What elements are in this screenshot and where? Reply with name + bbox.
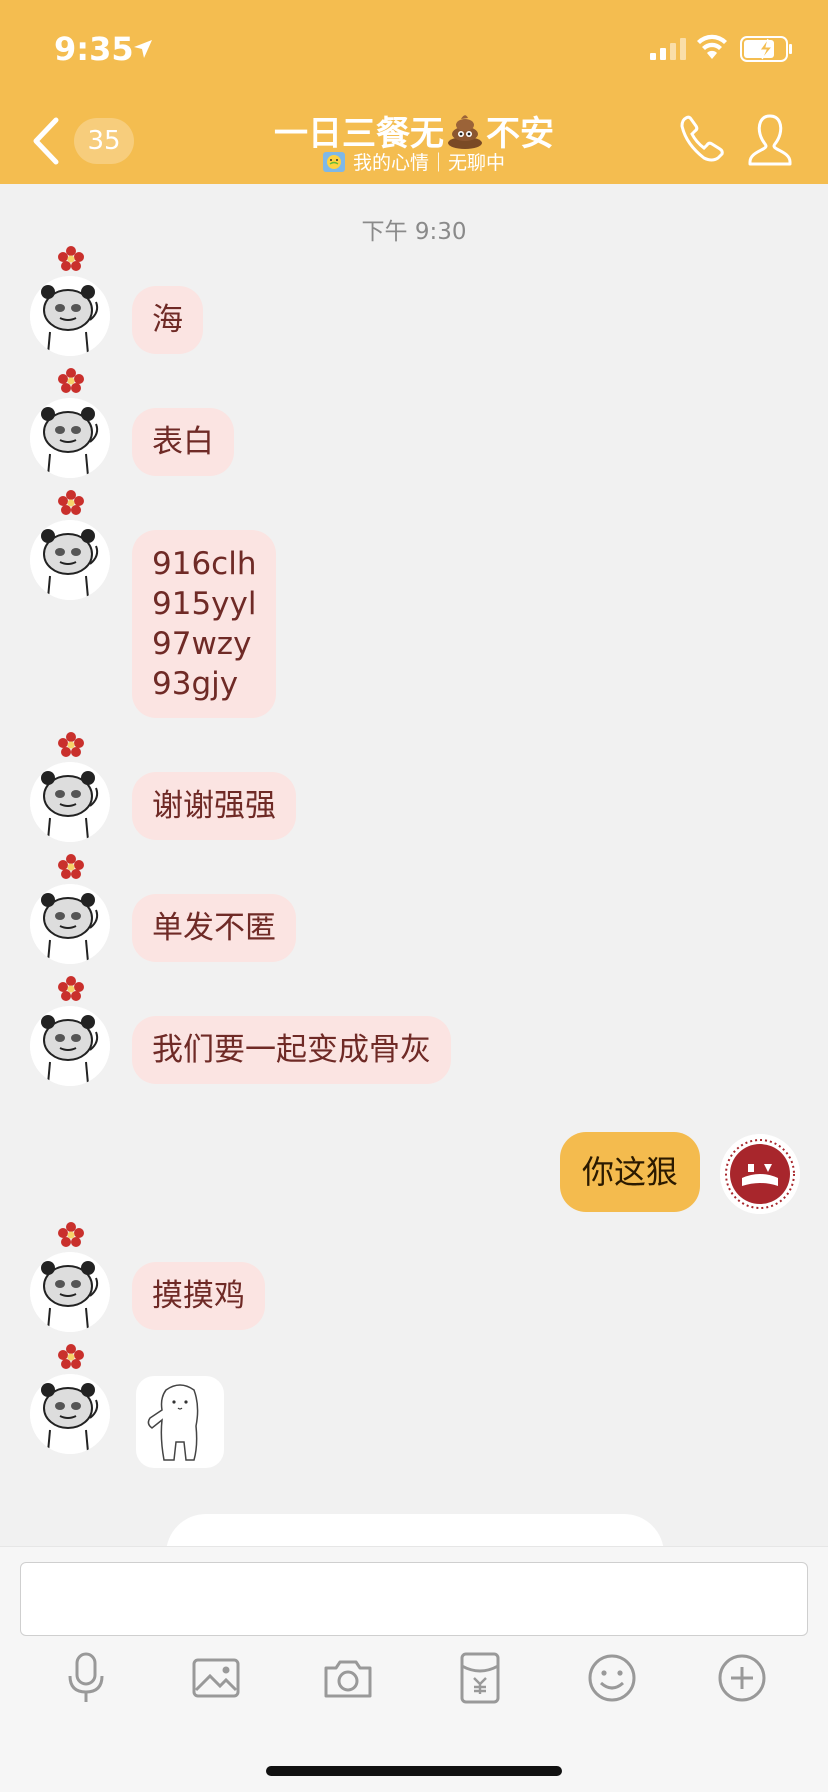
unread-count-badge[interactable]: 35 (74, 118, 134, 164)
flower-badge-icon (58, 368, 84, 393)
battery-charging-icon (740, 36, 792, 62)
self-avatar[interactable] (720, 1134, 800, 1214)
message-bubble-self[interactable]: 你这狠 (559, 1132, 700, 1212)
sender-avatar[interactable] (30, 1374, 110, 1454)
message-timestamp: 下午 9:30 (361, 219, 467, 245)
sender-avatar[interactable] (30, 1252, 110, 1332)
panda-meme-avatar-icon (30, 884, 110, 964)
message-bubble[interactable]: 我们要一起变成骨灰 (132, 1016, 451, 1084)
panda-meme-avatar-icon (30, 762, 110, 842)
panda-meme-avatar-icon (30, 1006, 110, 1086)
crying-mood-icon (322, 152, 345, 172)
message-bubble[interactable]: 916clh 915yyl 97wzy 93gjy (132, 530, 277, 718)
message-bubble[interactable]: 海 (132, 286, 203, 354)
sender-avatar[interactable] (30, 520, 110, 600)
sticker-message[interactable] (136, 1376, 224, 1468)
profile-icon[interactable] (746, 112, 794, 168)
image-icon[interactable] (188, 1650, 244, 1706)
emoji-icon[interactable] (584, 1650, 640, 1706)
message-bubble[interactable]: 表白 (132, 408, 234, 476)
cellular-signal-icon (650, 38, 686, 60)
sender-avatar[interactable] (30, 276, 110, 356)
sender-avatar[interactable] (30, 762, 110, 842)
panda-meme-avatar-icon (30, 1374, 110, 1454)
blob-sticker-icon (147, 1384, 199, 1461)
home-indicator (266, 1766, 562, 1776)
flower-badge-icon (58, 854, 84, 879)
sender-avatar[interactable] (30, 1006, 110, 1086)
camera-icon[interactable] (320, 1650, 376, 1706)
phone-call-icon[interactable] (678, 114, 726, 164)
chat-subtitle: 我的心情｜无聊中 (180, 148, 648, 175)
location-arrow-icon (134, 40, 152, 58)
school-logo-avatar-icon (720, 1134, 800, 1214)
flower-badge-icon (58, 732, 84, 757)
panda-meme-avatar-icon (30, 520, 110, 600)
message-bubble[interactable]: 单发不匿 (132, 894, 296, 962)
poop-emoji-icon (448, 115, 482, 149)
flower-badge-icon (58, 246, 84, 271)
panda-meme-avatar-icon (30, 276, 110, 356)
microphone-icon[interactable] (58, 1650, 114, 1706)
flower-badge-icon (58, 490, 84, 515)
plus-icon[interactable] (714, 1650, 770, 1706)
sender-avatar[interactable] (30, 398, 110, 478)
back-chevron-icon[interactable] (28, 116, 64, 166)
flower-badge-icon (58, 976, 84, 1001)
flower-badge-icon (58, 1222, 84, 1247)
flower-badge-icon (58, 1344, 84, 1369)
message-input[interactable] (20, 1562, 808, 1636)
message-bubble[interactable]: 摸摸鸡 (132, 1262, 265, 1330)
panda-meme-avatar-icon (30, 398, 110, 478)
panda-meme-avatar-icon (30, 1252, 110, 1332)
red-packet-icon[interactable] (452, 1650, 508, 1706)
wifi-icon (697, 34, 727, 59)
status-time: 9:35 (54, 30, 134, 68)
message-bubble[interactable]: 谢谢强强 (132, 772, 296, 840)
chat-header: 9:35 35 一日三餐无 不安 我的心情｜无聊中 (0, 0, 828, 184)
sender-avatar[interactable] (30, 884, 110, 964)
chat-subtitle-text: 我的心情｜无聊中 (352, 152, 505, 174)
